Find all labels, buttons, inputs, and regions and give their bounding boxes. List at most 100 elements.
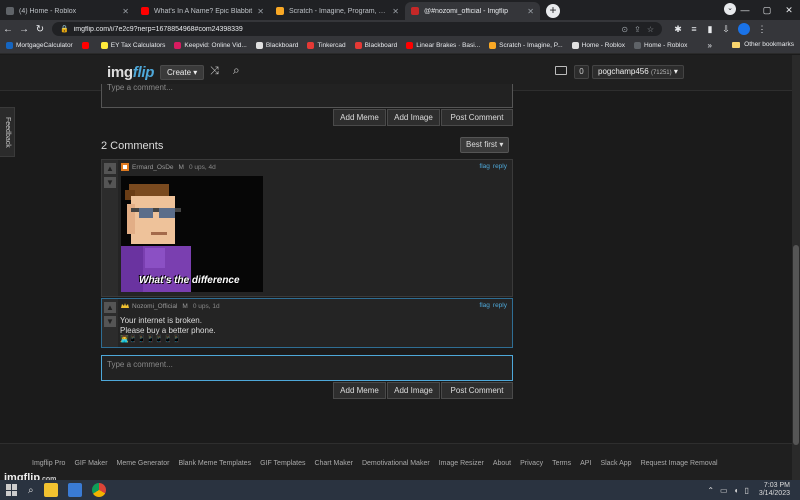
footer-link[interactable]: Slack App: [600, 460, 631, 467]
browser-tab[interactable]: (4) Home - Roblox ✕: [0, 2, 135, 20]
crown-avatar-icon[interactable]: [121, 302, 129, 310]
more-bookmarks-icon[interactable]: »: [708, 41, 712, 50]
sidepanel-icon[interactable]: ▮: [702, 24, 718, 35]
flag-link[interactable]: flag: [479, 302, 489, 309]
footer-link[interactable]: GIF Templates: [260, 460, 305, 467]
feedback-tab[interactable]: Feedback: [0, 107, 15, 157]
reload-icon[interactable]: ↻: [32, 24, 48, 35]
back-icon[interactable]: ←: [0, 24, 16, 35]
close-window-icon[interactable]: ✕: [778, 5, 800, 16]
windows-start-icon[interactable]: [6, 484, 18, 496]
bookmark-item[interactable]: EY Tax Calculators: [100, 42, 166, 49]
comment-input[interactable]: Type a comment...: [101, 355, 513, 381]
bookmark-item[interactable]: Keepvid: Online Vid...: [174, 42, 247, 49]
lock-icon[interactable]: 🔒: [60, 25, 69, 33]
bookmark-item[interactable]: Home - Roblox: [571, 42, 625, 49]
footer-link[interactable]: Imgflip Pro: [32, 460, 65, 467]
new-tab-button[interactable]: +: [546, 4, 560, 18]
bookmark-item[interactable]: MortgageCalculator: [6, 42, 73, 49]
browser-tab[interactable]: Scratch - Imagine, Program, Sha ✕: [270, 2, 405, 20]
google-lens-icon[interactable]: ⊙: [621, 25, 628, 34]
profile-avatar[interactable]: [738, 23, 750, 35]
close-tab-icon[interactable]: ✕: [392, 7, 399, 16]
page-scrollbar[interactable]: [792, 55, 800, 480]
meme-image[interactable]: What's the difference: [121, 176, 263, 292]
sort-dropdown[interactable]: Best first ▾: [460, 137, 510, 153]
post-comment-button[interactable]: Post Comment: [441, 109, 513, 126]
upvote-icon[interactable]: ▲: [104, 163, 116, 174]
close-tab-icon[interactable]: ✕: [527, 7, 534, 16]
footer-link[interactable]: GIF Maker: [74, 460, 107, 467]
roblox-favicon-icon: [633, 42, 641, 49]
footer-link[interactable]: Chart Maker: [314, 460, 353, 467]
chevron-up-icon[interactable]: ⌃: [707, 486, 714, 495]
forward-icon[interactable]: →: [16, 24, 32, 35]
volume-icon[interactable]: ◖: [734, 486, 739, 495]
close-tab-icon[interactable]: ✕: [122, 7, 129, 16]
browser-tab[interactable]: What's In A Name? Epic Blabbit ✕: [135, 2, 270, 20]
clock-time: 7:03 PM: [763, 482, 790, 489]
footer-links: Imgflip Pro GIF Maker Meme Generator Bla…: [32, 460, 727, 467]
downloads-icon[interactable]: ⇩: [718, 24, 734, 35]
other-bookmarks[interactable]: Other bookmarks: [732, 41, 794, 48]
downvote-icon[interactable]: ▼: [104, 177, 116, 188]
url-input[interactable]: 🔒 imgflip.com/i/7e2c9?nerp=1678854968#co…: [52, 22, 662, 36]
url-text: imgflip.com/i/7e2c9?nerp=1678854968#com2…: [73, 25, 243, 33]
add-image-button[interactable]: Add Image: [387, 109, 440, 126]
footer-link[interactable]: Privacy: [520, 460, 543, 467]
bookmark-item[interactable]: Blackboard: [354, 42, 397, 49]
browser-tab-active[interactable]: @#nozomi_official - Imgflip ✕: [405, 2, 540, 20]
app-icon[interactable]: [67, 483, 82, 497]
upvote-icon[interactable]: ▲: [104, 302, 116, 313]
taskbar-clock[interactable]: 7:03 PM 3/14/2023: [759, 482, 790, 498]
post-comment-button[interactable]: Post Comment: [441, 382, 513, 399]
share-icon[interactable]: ⇪: [634, 25, 641, 34]
bookmark-item[interactable]: Blackboard: [255, 42, 298, 49]
footer-link[interactable]: Terms: [552, 460, 571, 467]
add-image-button[interactable]: Add Image: [387, 382, 440, 399]
bookmark-item[interactable]: Tinkercad: [307, 42, 346, 49]
minimize-icon[interactable]: —: [734, 5, 756, 15]
add-meme-button[interactable]: Add Meme: [333, 109, 386, 126]
bookmark-star-icon[interactable]: ☆: [647, 25, 654, 34]
user-avatar-icon[interactable]: [121, 163, 129, 171]
reply-link[interactable]: reply: [493, 302, 507, 309]
bookmark-item[interactable]: [81, 42, 92, 49]
taskbar-search-icon[interactable]: ⌕: [28, 485, 34, 496]
notification-count[interactable]: 0: [574, 65, 589, 79]
bookmark-item[interactable]: Linear Brakes · Basi...: [406, 42, 480, 49]
footer-link[interactable]: API: [580, 460, 591, 467]
bookmark-item[interactable]: Home - Roblox: [633, 42, 687, 49]
reply-link[interactable]: reply: [493, 163, 507, 170]
reading-list-icon[interactable]: ≡: [686, 24, 702, 34]
create-dropdown-button[interactable]: Create ▾: [160, 65, 205, 80]
comment-author[interactable]: Nozomi_Official: [132, 303, 177, 310]
user-menu-button[interactable]: pogchamp456 (71251) ▾: [592, 65, 684, 79]
maximize-icon[interactable]: ▢: [756, 5, 778, 16]
comment-author[interactable]: Ermard_OsDe: [132, 164, 174, 171]
comment-input-top[interactable]: Type a comment...: [101, 84, 513, 108]
imgflip-logo[interactable]: imgflip: [107, 64, 154, 81]
extensions-icon[interactable]: ✱: [670, 24, 686, 35]
footer-link[interactable]: Image Resizer: [439, 460, 484, 467]
file-explorer-icon[interactable]: [43, 483, 58, 497]
scrollbar-thumb[interactable]: [793, 245, 799, 445]
downvote-icon[interactable]: ▼: [104, 316, 116, 327]
search-icon[interactable]: ⌕: [233, 63, 240, 78]
close-tab-icon[interactable]: ✕: [257, 7, 264, 16]
footer-link[interactable]: Blank Meme Templates: [178, 460, 251, 467]
footer-link[interactable]: Meme Generator: [117, 460, 170, 467]
footer-link[interactable]: About: [493, 460, 511, 467]
network-icon[interactable]: ▭: [720, 486, 728, 495]
add-meme-button[interactable]: Add Meme: [333, 382, 386, 399]
mail-icon[interactable]: [555, 66, 567, 75]
flag-link[interactable]: flag: [479, 163, 489, 170]
chrome-icon[interactable]: [91, 483, 106, 497]
menu-kebab-icon[interactable]: ⋮: [754, 24, 770, 35]
bookmark-item[interactable]: Scratch - Imagine, P...: [489, 42, 563, 49]
footer-link[interactable]: Demotivational Maker: [362, 460, 430, 467]
shuffle-icon[interactable]: ⤨: [210, 65, 219, 78]
battery-icon[interactable]: ▯: [744, 486, 748, 495]
bookmark-label: EY Tax Calculators: [110, 42, 166, 49]
footer-link[interactable]: Request Image Removal: [641, 460, 718, 467]
